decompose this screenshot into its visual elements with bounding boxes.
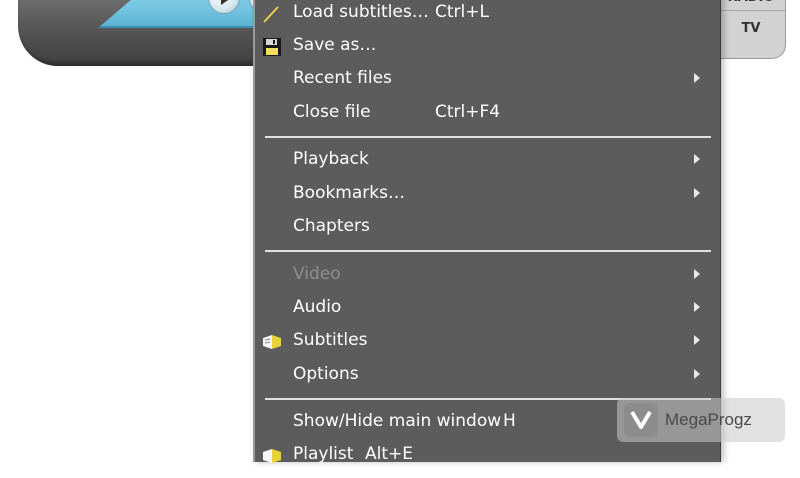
- submenu-arrow-icon: [694, 188, 700, 198]
- submenu-arrow-icon: [694, 154, 700, 164]
- menu-item-options[interactable]: Options: [255, 358, 720, 391]
- menu-item-playback[interactable]: Playback: [255, 143, 720, 176]
- floppy-disk-icon: [261, 36, 283, 56]
- radio-tab[interactable]: RADIO: [717, 0, 785, 11]
- menu-item-playlist[interactable]: Playlist Alt+E: [255, 438, 720, 471]
- menu-item-label: Save as…: [293, 35, 377, 55]
- menu-item-label: Subtitles: [293, 330, 368, 350]
- menu-separator: [265, 250, 711, 252]
- submenu-arrow-icon: [694, 269, 700, 279]
- menu-item-shortcut: Alt+E: [365, 444, 414, 464]
- context-menu: Load subtitles… Ctrl+L Save as… Recent f…: [253, 0, 721, 464]
- menu-item-shortcut: Ctrl+F4: [435, 102, 501, 122]
- menu-item-chapters[interactable]: Chapters: [255, 210, 720, 243]
- menu-item-audio[interactable]: Audio: [255, 291, 720, 324]
- menu-separator: [265, 136, 711, 138]
- menu-item-bookmarks[interactable]: Bookmarks…: [255, 177, 720, 210]
- menu-item-save-as[interactable]: Save as…: [255, 29, 720, 62]
- menu-item-shortcut: H: [503, 411, 516, 431]
- menu-item-label: Recent files: [293, 68, 392, 88]
- play-icon: [220, 0, 231, 5]
- submenu-arrow-icon: [694, 302, 700, 312]
- playlist-pen-icon: [261, 445, 283, 465]
- watermark-logo-icon: [624, 403, 658, 437]
- menu-item-label: Close file: [293, 102, 371, 122]
- watermark: MegaProgz: [617, 398, 785, 442]
- pen-icon: [261, 3, 283, 23]
- tv-tab[interactable]: TV: [717, 14, 785, 44]
- menu-item-subtitles[interactable]: Subtitles: [255, 324, 720, 357]
- menu-item-video: Video: [255, 258, 720, 291]
- menu-item-label: Chapters: [293, 216, 370, 236]
- menu-item-label: Load subtitles…: [293, 2, 429, 22]
- watermark-text: MegaProgz: [665, 410, 752, 429]
- menu-item-label: Options: [293, 364, 359, 384]
- menu-item-label: Audio: [293, 297, 342, 317]
- subtitles-pen-icon: [261, 331, 283, 351]
- menu-item-close-file[interactable]: Close file Ctrl+F4: [255, 96, 720, 129]
- menu-item-label: Playback: [293, 149, 369, 169]
- submenu-arrow-icon: [694, 335, 700, 345]
- menu-item-label: Playlist: [293, 444, 354, 464]
- menu-item-label: Show/Hide main window: [293, 411, 502, 431]
- mode-panel: RADIO TV: [716, 0, 786, 59]
- menu-item-shortcut: Ctrl+L: [435, 2, 489, 22]
- menu-item-label: Bookmarks…: [293, 183, 405, 203]
- menu-item-load-subtitles[interactable]: Load subtitles… Ctrl+L: [255, 0, 720, 29]
- submenu-arrow-icon: [694, 73, 700, 83]
- menu-item-recent-files[interactable]: Recent files: [255, 62, 720, 95]
- menu-item-label: Video: [293, 264, 341, 284]
- submenu-arrow-icon: [694, 369, 700, 379]
